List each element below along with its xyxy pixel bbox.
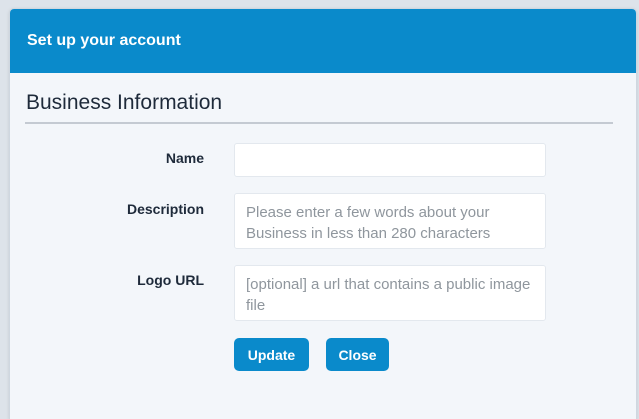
close-button[interactable]: Close <box>326 338 389 371</box>
logo-url-label: Logo URL <box>137 272 204 288</box>
description-label: Description <box>126 201 204 217</box>
dialog-header: Set up your account <box>10 9 636 73</box>
setup-account-dialog: Set up your account Business Information… <box>10 9 636 419</box>
name-input[interactable] <box>234 143 546 177</box>
dialog-title: Set up your account <box>27 32 181 49</box>
section-divider <box>25 122 613 124</box>
description-textarea[interactable] <box>234 193 546 249</box>
section-title: Business Information <box>26 91 223 114</box>
name-label: Name <box>165 150 204 166</box>
logo-url-textarea[interactable] <box>234 265 546 321</box>
update-button[interactable]: Update <box>234 338 309 371</box>
